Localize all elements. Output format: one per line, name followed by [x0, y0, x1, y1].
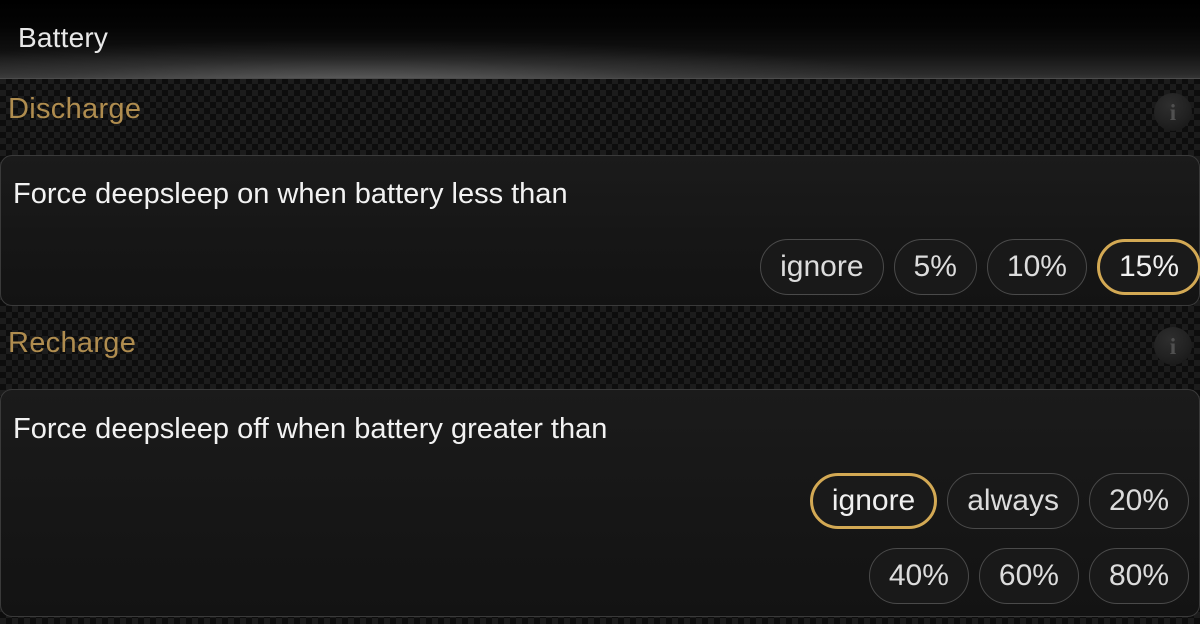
- option-chip-ignore[interactable]: ignore: [809, 473, 938, 529]
- preference-label-recharge: Force deepsleep off when battery greater…: [13, 413, 608, 445]
- section-title-recharge: Recharge: [8, 327, 137, 359]
- option-chip-5-percent[interactable]: 5%: [893, 239, 977, 295]
- option-row-discharge: ignore 5% 10% 15%: [760, 239, 1200, 295]
- info-icon-glyph: i: [1169, 99, 1177, 125]
- option-chip-15-percent[interactable]: 15%: [1096, 239, 1200, 295]
- option-chip-40-percent[interactable]: 40%: [868, 548, 969, 604]
- option-chip-60-percent[interactable]: 60%: [978, 548, 1079, 604]
- page-title: Battery: [18, 22, 109, 53]
- app-screen: Battery Discharge i Force deepsleep on w…: [0, 0, 1200, 624]
- preference-panel-discharge[interactable]: Force deepsleep on when battery less tha…: [0, 155, 1200, 306]
- option-chip-ignore[interactable]: ignore: [760, 239, 884, 295]
- option-row-recharge-1: ignore always 20%: [809, 473, 1189, 529]
- option-chip-always[interactable]: always: [947, 473, 1079, 529]
- section-header-recharge: Recharge i: [0, 313, 1200, 383]
- option-chip-10-percent[interactable]: 10%: [986, 239, 1087, 295]
- option-chip-80-percent[interactable]: 80%: [1088, 548, 1189, 604]
- info-icon[interactable]: i: [1154, 93, 1192, 131]
- info-icon[interactable]: i: [1154, 327, 1192, 365]
- section-header-discharge: Discharge i: [0, 79, 1200, 149]
- preference-label-discharge: Force deepsleep on when battery less tha…: [13, 178, 568, 210]
- info-icon-glyph: i: [1169, 333, 1177, 359]
- preference-panel-recharge[interactable]: Force deepsleep off when battery greater…: [0, 389, 1200, 617]
- option-chip-20-percent[interactable]: 20%: [1088, 473, 1189, 529]
- option-row-recharge-2: 40% 60% 80%: [868, 548, 1189, 604]
- title-bar: Battery: [0, 0, 1200, 79]
- section-title-discharge: Discharge: [8, 93, 142, 125]
